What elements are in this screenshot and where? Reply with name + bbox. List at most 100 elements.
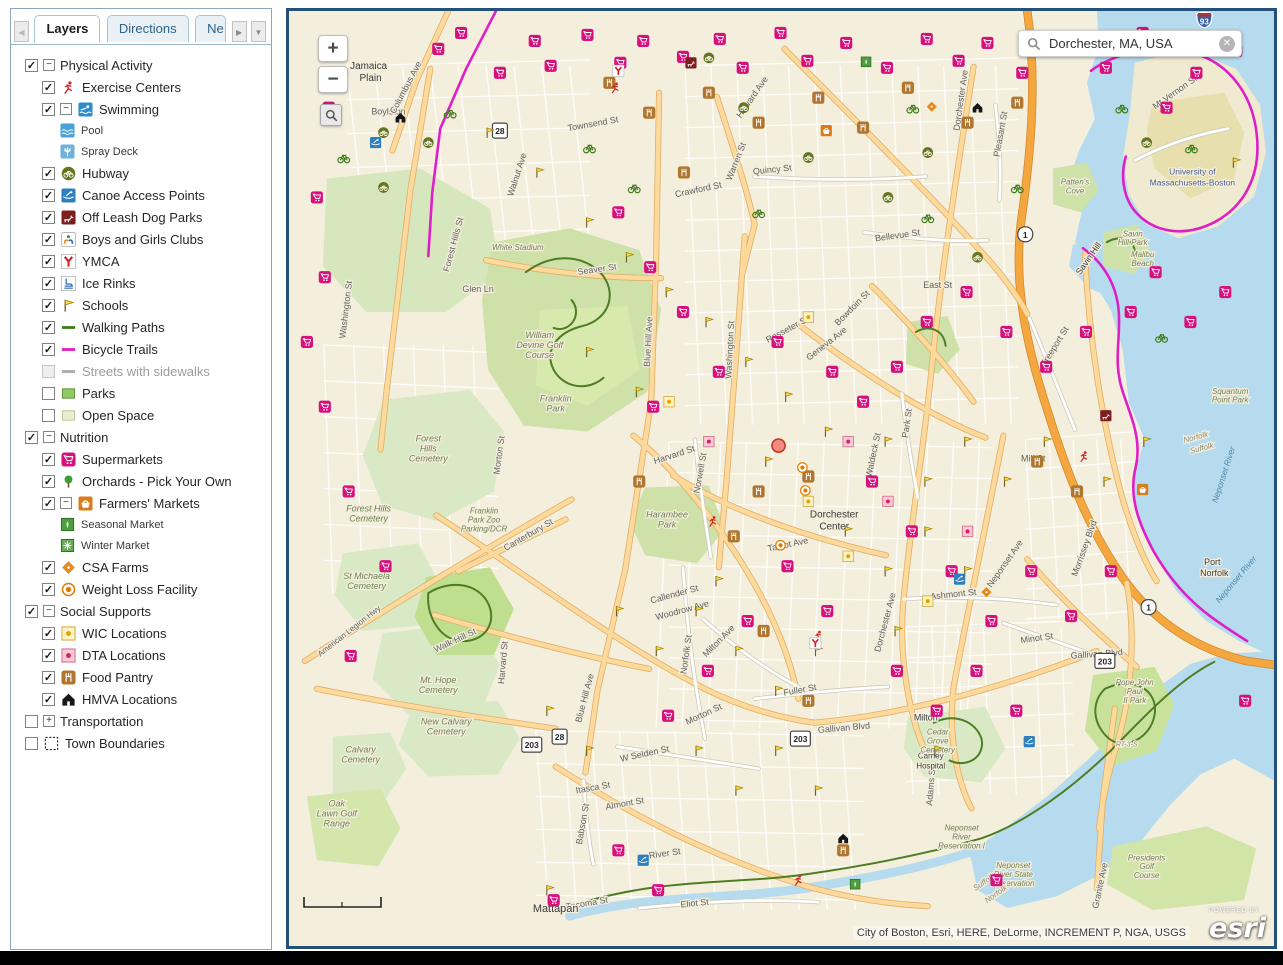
layer-item[interactable]: ✓WIC Locations xyxy=(11,622,271,644)
layer-item[interactable]: ✓DTA Locations xyxy=(11,644,271,666)
layer-checkbox[interactable] xyxy=(25,737,38,750)
svg-text:Squantum: Squantum xyxy=(1212,387,1249,396)
zoom-in-button[interactable]: + xyxy=(318,35,348,62)
layer-item[interactable]: ✓Walking Paths xyxy=(11,316,271,338)
layer-item[interactable]: Streets with sidewalks xyxy=(11,360,271,382)
layer-checkbox[interactable] xyxy=(42,387,55,400)
search-box[interactable]: ✕ xyxy=(1018,30,1242,57)
layer-checkbox[interactable]: ✓ xyxy=(42,475,55,488)
layer-label: Swimming xyxy=(99,102,159,117)
layer-item[interactable]: Town Boundaries xyxy=(11,732,271,754)
layer-item[interactable]: ✓Bicycle Trails xyxy=(11,338,271,360)
layer-item[interactable]: ✓Ice Rinks xyxy=(11,272,271,294)
svg-text:Neponset: Neponset xyxy=(945,823,980,832)
layer-item[interactable]: Winter Market xyxy=(11,535,271,556)
hands-icon xyxy=(60,231,76,247)
layer-checkbox[interactable]: ✓ xyxy=(42,255,55,268)
layer-item[interactable]: ✓Exercise Centers xyxy=(11,76,271,98)
layer-checkbox[interactable]: ✓ xyxy=(25,605,38,618)
layer-checkbox[interactable]: ✓ xyxy=(42,583,55,596)
layer-item[interactable]: Parks xyxy=(11,382,271,404)
map-frame: JamaicaPlainBoylstonColumbus AveWashingt… xyxy=(286,8,1277,949)
layer-item[interactable]: ✓−Farmers' Markets xyxy=(11,492,271,514)
layer-item[interactable]: ✓Canoe Access Points xyxy=(11,184,271,206)
layer-checkbox[interactable]: ✓ xyxy=(42,321,55,334)
layer-item[interactable]: ✓Boys and Girls Clubs xyxy=(11,228,271,250)
layer-checkbox[interactable]: ✓ xyxy=(42,693,55,706)
svg-text:Hospital: Hospital xyxy=(916,762,945,771)
tab-scroll-left-icon[interactable]: ◀ xyxy=(14,21,29,42)
layer-item[interactable]: ✓ YMCA xyxy=(11,250,271,272)
layer-item[interactable]: ✓−Physical Activity xyxy=(11,54,271,76)
layer-checkbox[interactable]: ✓ xyxy=(42,81,55,94)
layer-item[interactable]: ✓Hubway xyxy=(11,162,271,184)
layer-item[interactable]: ✓Off Leash Dog Parks xyxy=(11,206,271,228)
map-canvas[interactable]: JamaicaPlainBoylstonColumbus AveWashingt… xyxy=(289,11,1274,946)
layer-checkbox[interactable]: ✓ xyxy=(42,561,55,574)
tab-directions[interactable]: Directions xyxy=(107,15,189,42)
layer-item[interactable]: ✓ HMVA Locations xyxy=(11,688,271,710)
layer-checkbox[interactable]: ✓ xyxy=(42,167,55,180)
layer-checkbox[interactable]: ✓ xyxy=(42,453,55,466)
tab-nearby[interactable]: Ne xyxy=(195,15,226,42)
layer-item[interactable]: ✓Food Pantry xyxy=(11,666,271,688)
layer-checkbox[interactable] xyxy=(25,715,38,728)
layer-checkbox[interactable]: ✓ xyxy=(42,189,55,202)
layer-item[interactable]: Open Space xyxy=(11,404,271,426)
layer-checkbox[interactable]: ✓ xyxy=(25,431,38,444)
tab-layers[interactable]: Layers xyxy=(34,15,100,43)
layer-label: HMVA Locations xyxy=(82,692,177,707)
layer-checkbox[interactable]: ✓ xyxy=(42,277,55,290)
layer-checkbox[interactable]: ✓ xyxy=(42,671,55,684)
layer-item[interactable]: ✓Orchards - Pick Your Own xyxy=(11,470,271,492)
layers-panel: ◀ Layers Directions Ne ▶ ▼ ✓−Physical Ac… xyxy=(10,8,272,950)
boundary-icon xyxy=(43,735,59,751)
layer-item[interactable]: ✓−Social Supports xyxy=(11,600,271,622)
layer-item[interactable]: ✓Weight Loss Facility xyxy=(11,578,271,600)
expander-icon[interactable]: − xyxy=(43,605,55,617)
layer-label: YMCA xyxy=(82,254,120,269)
layer-checkbox[interactable]: ✓ xyxy=(42,211,55,224)
swimming-icon xyxy=(77,101,93,117)
expander-icon[interactable]: − xyxy=(60,103,72,115)
layer-checkbox[interactable]: ✓ xyxy=(42,299,55,312)
layer-item[interactable]: +Transportation xyxy=(11,710,271,732)
layer-item[interactable]: Pool xyxy=(11,120,271,141)
dta-icon xyxy=(60,647,76,663)
layer-label: Physical Activity xyxy=(60,58,152,73)
layer-item[interactable]: Seasonal Market xyxy=(11,514,271,535)
tab-scroll-right-icon[interactable]: ▶ xyxy=(232,21,247,42)
layer-item[interactable]: ✓Supermarkets xyxy=(11,448,271,470)
layer-item[interactable]: Spray Deck xyxy=(11,141,271,162)
expander-icon[interactable]: − xyxy=(60,497,72,509)
expander-icon[interactable]: − xyxy=(43,59,55,71)
layer-checkbox[interactable]: ✓ xyxy=(25,59,38,72)
layer-checkbox[interactable]: ✓ xyxy=(42,649,55,662)
layer-label: Parks xyxy=(82,386,115,401)
layer-item[interactable]: ✓− Swimming xyxy=(11,98,271,120)
search-input[interactable] xyxy=(1047,35,1219,52)
svg-text:Dorchester: Dorchester xyxy=(810,509,859,520)
layer-checkbox[interactable] xyxy=(42,365,55,378)
expander-icon[interactable]: + xyxy=(43,715,55,727)
layer-checkbox[interactable]: ✓ xyxy=(42,497,55,510)
line-magenta-icon xyxy=(60,341,76,357)
layer-item[interactable]: ✓−Nutrition xyxy=(11,426,271,448)
esri-logo: POWERED BY esri xyxy=(1209,908,1266,942)
tab-menu-icon[interactable]: ▼ xyxy=(251,21,266,42)
layer-checkbox[interactable]: ✓ xyxy=(42,627,55,640)
layer-checkbox[interactable]: ✓ xyxy=(42,343,55,356)
zoom-out-button[interactable]: − xyxy=(318,66,348,93)
svg-text:93: 93 xyxy=(1200,17,1209,26)
expander-icon[interactable]: − xyxy=(43,431,55,443)
layer-item[interactable]: ✓Schools xyxy=(11,294,271,316)
layer-checkbox[interactable]: ✓ xyxy=(42,103,55,116)
magnifier-icon xyxy=(325,109,338,122)
layer-item[interactable]: ✓CSA Farms xyxy=(11,556,271,578)
svg-text:Pope John: Pope John xyxy=(1116,678,1155,687)
layer-checkbox[interactable]: ✓ xyxy=(42,233,55,246)
layer-checkbox[interactable] xyxy=(42,409,55,422)
search-clear-button[interactable]: ✕ xyxy=(1219,36,1235,52)
svg-text:Paul: Paul xyxy=(1127,687,1143,696)
magnifier-button[interactable] xyxy=(320,104,342,126)
